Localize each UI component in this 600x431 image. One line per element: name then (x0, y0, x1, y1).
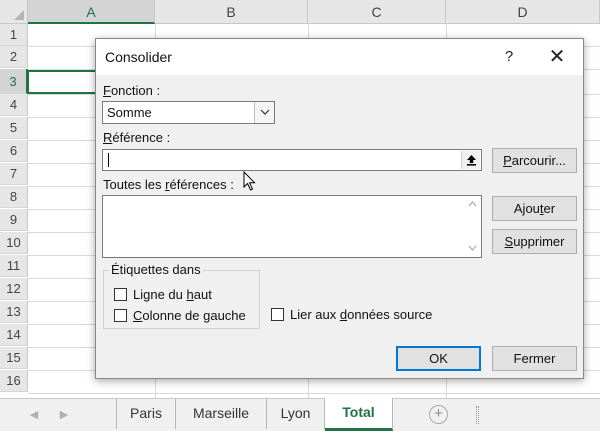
link-source-checkbox-label[interactable]: Lier aux données source (290, 307, 432, 322)
row-header-8[interactable]: 8 (0, 186, 28, 208)
labels-group: Étiquettes dans Ligne du haut Colonne de… (103, 262, 260, 329)
chevron-down-icon[interactable] (254, 102, 274, 123)
left-column-checkbox-label[interactable]: Colonne de gauche (133, 308, 246, 323)
add-button[interactable]: Ajouter (492, 196, 577, 221)
column-header-d[interactable]: D (446, 0, 600, 24)
sheet-tab-lyon[interactable]: Lyon (267, 399, 325, 429)
column-header-c[interactable]: C (308, 0, 446, 24)
sheet-tab-bar: ◀ ▶ Paris Marseille Lyon Total + (0, 398, 600, 431)
top-row-checkbox[interactable] (114, 288, 127, 301)
collapse-dialog-icon[interactable] (461, 151, 480, 169)
link-source-checkbox[interactable] (271, 308, 284, 321)
function-select[interactable]: Somme (102, 101, 275, 124)
consolidate-dialog: Consolider ? ✕ Fonction : Somme Référenc… (95, 38, 584, 379)
row-header-15[interactable]: 15 (0, 347, 28, 369)
function-select-value: Somme (107, 105, 152, 120)
labels-group-title: Étiquettes dans (109, 262, 203, 277)
left-column-checkbox[interactable] (114, 309, 127, 322)
text-caret (108, 153, 109, 167)
tab-splitter[interactable] (476, 406, 479, 424)
gridline (28, 393, 600, 394)
sheet-tab-paris[interactable]: Paris (116, 399, 176, 429)
row-header-12[interactable]: 12 (0, 278, 28, 300)
scroll-tabs-right-icon[interactable]: ▶ (55, 406, 73, 424)
ok-button[interactable]: OK (396, 346, 481, 371)
select-all-corner[interactable] (0, 0, 28, 24)
row-header-11[interactable]: 11 (0, 255, 28, 277)
row-header-7[interactable]: 7 (0, 163, 28, 185)
row-header-2[interactable]: 2 (0, 46, 28, 68)
function-label: Fonction : (103, 83, 161, 98)
browse-button[interactable]: Parcourir... (492, 148, 577, 173)
scroll-down-icon[interactable] (464, 240, 481, 257)
sheet-tab-marseille[interactable]: Marseille (176, 399, 267, 429)
row-header-14[interactable]: 14 (0, 324, 28, 346)
scroll-up-icon[interactable] (464, 196, 481, 213)
reference-input[interactable] (102, 149, 482, 171)
row-header-13[interactable]: 13 (0, 301, 28, 323)
reference-label: Référence : (103, 130, 171, 145)
column-header-b[interactable]: B (155, 0, 308, 24)
sheet-tab-total[interactable]: Total (325, 398, 393, 431)
top-row-checkbox-label[interactable]: Ligne du haut (133, 287, 212, 302)
add-sheet-icon[interactable]: + (429, 405, 448, 424)
all-references-label: Toutes les références : (103, 177, 234, 192)
close-icon[interactable]: ✕ (537, 43, 577, 71)
row-header-6[interactable]: 6 (0, 140, 28, 162)
row-header-3[interactable]: 3 (0, 69, 28, 94)
row-header-16[interactable]: 16 (0, 370, 28, 392)
scroll-tabs-left-icon[interactable]: ◀ (25, 406, 43, 424)
row-header-5[interactable]: 5 (0, 117, 28, 139)
row-header-9[interactable]: 9 (0, 209, 28, 231)
mouse-pointer-icon (243, 170, 257, 194)
close-button[interactable]: Fermer (492, 346, 577, 371)
row-header-4[interactable]: 4 (0, 94, 28, 116)
row-header-10[interactable]: 10 (0, 232, 28, 254)
row-header-1[interactable]: 1 (0, 24, 28, 46)
column-header-a[interactable]: A (28, 0, 155, 24)
all-references-list[interactable] (102, 195, 482, 258)
dialog-title: Consolider (105, 49, 172, 65)
help-button[interactable]: ? (489, 43, 529, 71)
dialog-titlebar[interactable]: Consolider ? ✕ (96, 39, 583, 75)
delete-button[interactable]: Supprimer (492, 229, 577, 254)
